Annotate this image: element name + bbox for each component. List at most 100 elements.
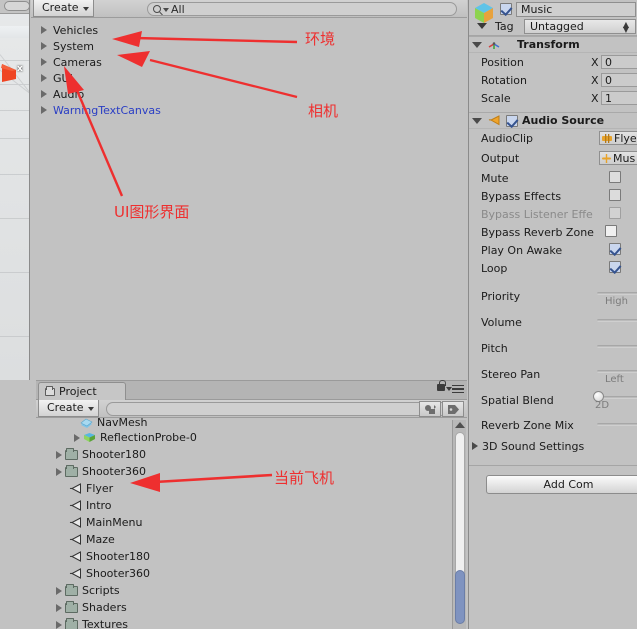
- hierarchy-toolbar: Create All: [31, 0, 467, 18]
- scrollbar-thumb[interactable]: [455, 570, 465, 624]
- lock-icon[interactable]: [437, 380, 446, 391]
- project-filter-by-type-button[interactable]: [419, 401, 441, 417]
- project-item-shooter360-clip[interactable]: Shooter360: [36, 565, 467, 582]
- add-component-button[interactable]: Add Com: [486, 475, 637, 494]
- project-filter-by-label-button[interactable]: [442, 401, 464, 417]
- play-on-awake-checkbox[interactable]: [609, 243, 621, 255]
- hierarchy-item-gui[interactable]: GUI: [31, 70, 467, 86]
- hierarchy-item-warningtextcanvas[interactable]: WarningTextCanvas: [31, 102, 467, 118]
- mute-checkbox[interactable]: [609, 171, 621, 183]
- hierarchy-item-audio[interactable]: Audio: [31, 86, 467, 102]
- updown-arrows-icon: ▲ ▼: [622, 20, 629, 34]
- 3d-sound-settings-row[interactable]: 3D Sound Settings: [469, 437, 637, 455]
- chevron-right-icon[interactable]: [56, 450, 62, 459]
- chevron-right-icon[interactable]: [41, 90, 47, 98]
- bypass-reverb-zones-checkbox[interactable]: [605, 225, 617, 237]
- hierarchy-create-button[interactable]: Create: [33, 0, 94, 17]
- inspector-divider: [469, 465, 637, 466]
- spatial-blend-slider[interactable]: [593, 391, 637, 402]
- gameobject-enabled-checkbox[interactable]: [500, 3, 512, 15]
- chevron-right-icon[interactable]: [41, 26, 47, 34]
- chevron-right-icon[interactable]: [41, 42, 47, 50]
- project-item-maze[interactable]: Maze: [36, 531, 467, 548]
- project-item-shooter180-folder[interactable]: Shooter180: [36, 446, 467, 463]
- audio-clip-icon: [69, 551, 81, 562]
- scene-view-sliver[interactable]: x: [0, 0, 30, 380]
- project-item-textures[interactable]: Textures: [36, 616, 467, 629]
- chevron-right-icon[interactable]: [56, 620, 62, 629]
- priority-label: Priority: [481, 289, 521, 303]
- project-item-mainmenu[interactable]: MainMenu: [36, 514, 467, 531]
- annotation-label-current-plane: 当前飞机: [274, 469, 335, 487]
- rotation-x-input[interactable]: 0: [601, 73, 637, 87]
- navmesh-icon: [80, 418, 93, 428]
- inspector-panel: Music Tag Untagged ▲ ▼ Transform Positio…: [468, 0, 637, 629]
- bypass-listener-effects-checkbox[interactable]: [609, 207, 621, 219]
- project-item-shooter360-folder[interactable]: Shooter360: [36, 463, 467, 480]
- project-create-button[interactable]: Create: [38, 400, 99, 417]
- axis-x-label: X: [591, 56, 599, 69]
- audio-source-enabled-checkbox[interactable]: [506, 114, 518, 127]
- project-item-scripts[interactable]: Scripts: [36, 582, 467, 599]
- priority-slider[interactable]: [597, 291, 637, 295]
- component-header-transform[interactable]: Transform: [469, 36, 637, 53]
- play-on-awake-row: Play On Awake: [469, 241, 637, 259]
- panel-menu-icon[interactable]: [446, 385, 464, 394]
- slider-track: [597, 319, 637, 322]
- volume-label: Volume: [481, 315, 522, 329]
- audioclip-label: AudioClip: [481, 131, 534, 145]
- hierarchy-item-cameras[interactable]: Cameras: [31, 54, 467, 70]
- tab-project[interactable]: Project: [38, 382, 126, 400]
- project-scrollbar[interactable]: [452, 420, 466, 629]
- chevron-down-icon[interactable]: [472, 117, 482, 124]
- priority-sub-label: High: [605, 296, 628, 307]
- scroll-up-icon[interactable]: [455, 422, 465, 428]
- annotation-label-environment: 环境: [305, 30, 336, 48]
- chevron-down-icon[interactable]: [472, 41, 482, 48]
- reverb-zone-mix-slider[interactable]: [597, 422, 637, 426]
- project-item-flyer[interactable]: Flyer: [36, 480, 467, 497]
- project-item-navmesh[interactable]: NavMesh: [36, 418, 467, 429]
- audio-clip-icon: [602, 133, 612, 143]
- position-x-input[interactable]: 0: [601, 55, 637, 69]
- project-item-reflectionprobe-0[interactable]: ReflectionProbe-0: [36, 429, 467, 446]
- pitch-slider[interactable]: [597, 344, 637, 348]
- volume-slider[interactable]: [597, 318, 637, 322]
- project-item-label: NavMesh: [97, 418, 148, 429]
- project-item-intro[interactable]: Intro: [36, 497, 467, 514]
- bypass-effects-checkbox[interactable]: [609, 189, 621, 201]
- transform-scale-label: Scale: [481, 91, 511, 105]
- stereo-pan-slider[interactable]: [597, 369, 637, 373]
- tag-dropdown[interactable]: Untagged ▲ ▼: [524, 19, 636, 34]
- hierarchy-item-system[interactable]: System: [31, 38, 467, 54]
- audioclip-object-field[interactable]: Flye: [599, 131, 637, 145]
- hierarchy-search-input[interactable]: All: [147, 2, 457, 16]
- loop-checkbox[interactable]: [609, 261, 621, 273]
- project-item-shooter180-clip[interactable]: Shooter180: [36, 548, 467, 565]
- output-object-field[interactable]: Mus: [599, 151, 637, 165]
- chevron-right-icon[interactable]: [472, 442, 478, 450]
- scale-x-input[interactable]: 1: [601, 91, 637, 105]
- chevron-right-icon[interactable]: [74, 433, 80, 442]
- folder-icon: [65, 447, 78, 460]
- project-search-input[interactable]: [106, 402, 448, 416]
- audioclip-row: AudioClip Flye: [469, 129, 637, 147]
- chevron-right-icon[interactable]: [41, 74, 47, 82]
- stereo-pan-row: Stereo Pan Left: [469, 361, 637, 387]
- chevron-down-icon: [163, 8, 169, 12]
- project-item-shaders[interactable]: Shaders: [36, 599, 467, 616]
- component-header-audio-source[interactable]: Audio Source: [469, 112, 637, 129]
- hierarchy-item-vehicles[interactable]: Vehicles: [31, 22, 467, 38]
- chevron-right-icon[interactable]: [41, 58, 47, 66]
- project-item-label: Intro: [86, 499, 112, 512]
- chevron-right-icon[interactable]: [41, 106, 47, 114]
- slider-track: [597, 370, 637, 373]
- scene-view-toolbar-pill[interactable]: [4, 1, 29, 11]
- reverb-zone-mix-row: Reverb Zone Mix: [469, 413, 637, 437]
- chevron-right-icon[interactable]: [56, 586, 62, 595]
- annotation-label-ui: UI图形界面: [114, 203, 190, 221]
- chevron-right-icon[interactable]: [56, 603, 62, 612]
- chevron-right-icon[interactable]: [56, 467, 62, 476]
- tag-icon: [447, 404, 459, 414]
- gameobject-name-input[interactable]: Music: [516, 2, 636, 17]
